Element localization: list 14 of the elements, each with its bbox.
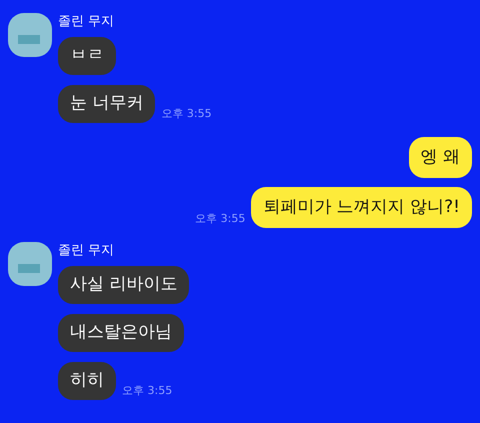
- avatar-icon: [8, 13, 52, 57]
- message-bubble: ㅂㄹ: [58, 37, 116, 75]
- message-time: 오후 3:55: [195, 210, 246, 226]
- sender-name: 졸린 무지: [58, 242, 116, 260]
- message-bubble: 엥 왜: [408, 137, 472, 178]
- sender-name: 졸린 무지: [58, 13, 116, 31]
- avatar-icon: [8, 242, 52, 286]
- message-time: 오후 3:55: [161, 106, 212, 122]
- message-time: 오후 3:55: [122, 382, 172, 398]
- message-bubble: 눈 너무커: [58, 85, 156, 123]
- message-bubble: 퇴페미가 느껴지지 않니?!: [251, 187, 472, 228]
- message-bubble: 내스탈은아님: [58, 314, 184, 352]
- message-bubble: 히히: [58, 362, 116, 400]
- message-bubble: 사실 리바이도: [58, 266, 190, 304]
